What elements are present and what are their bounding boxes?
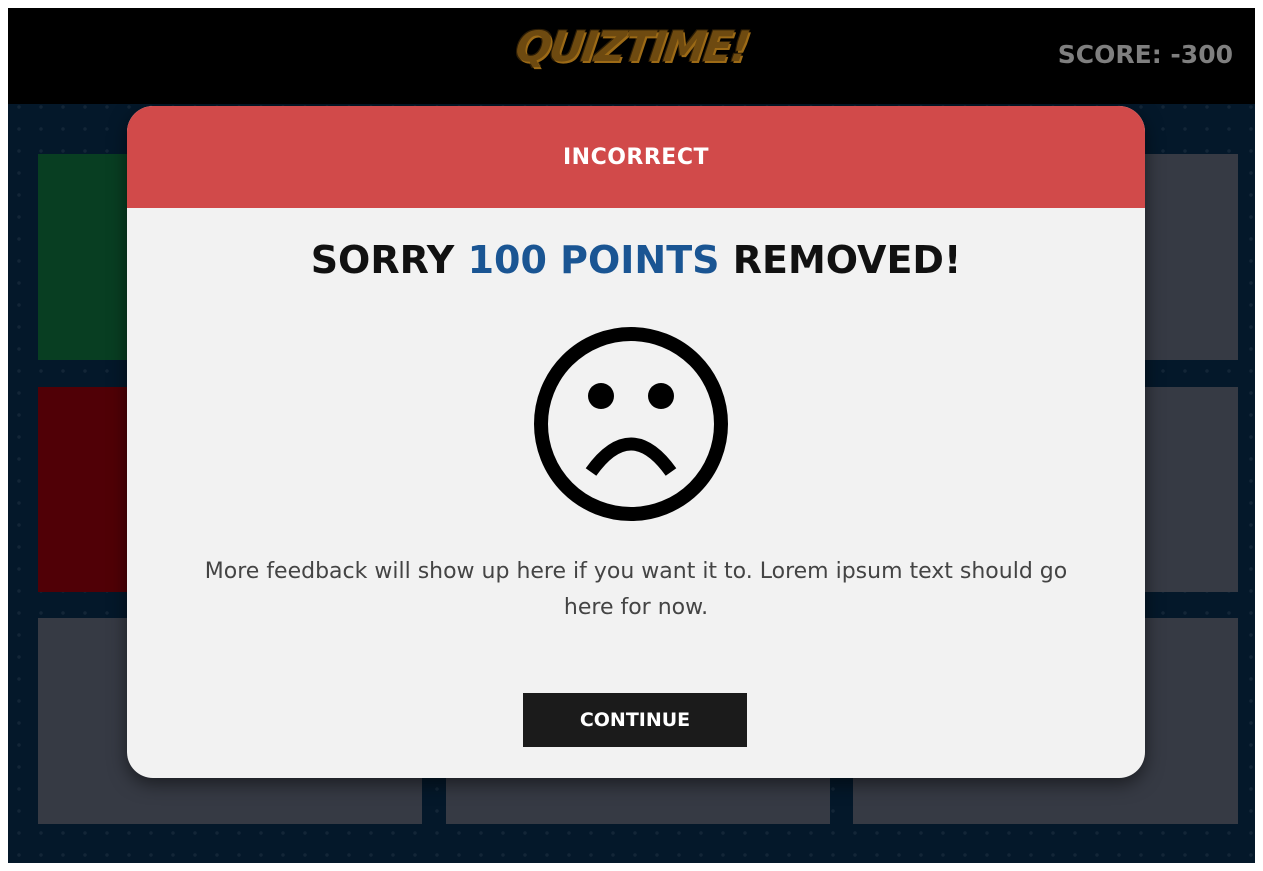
quiz-app: QUIZTIME! SCORE: -300 INCORRECT SORRY 10… — [8, 8, 1255, 863]
headline-suffix: REMOVED! — [719, 238, 962, 282]
sad-face-icon — [534, 327, 728, 521]
feedback-text: More feedback will show up here if you w… — [204, 559, 1068, 620]
continue-button[interactable]: CONTINUE — [523, 693, 747, 747]
modal-title: INCORRECT — [562, 144, 709, 170]
feedback-modal: INCORRECT SORRY 100 POINTS REMOVED! More… — [127, 106, 1145, 778]
points-removed: 100 POINTS — [467, 238, 720, 282]
modal-header: INCORRECT — [127, 106, 1145, 208]
result-headline: SORRY 100 POINTS REMOVED! — [127, 238, 1145, 282]
headline-prefix: SORRY — [310, 238, 468, 282]
